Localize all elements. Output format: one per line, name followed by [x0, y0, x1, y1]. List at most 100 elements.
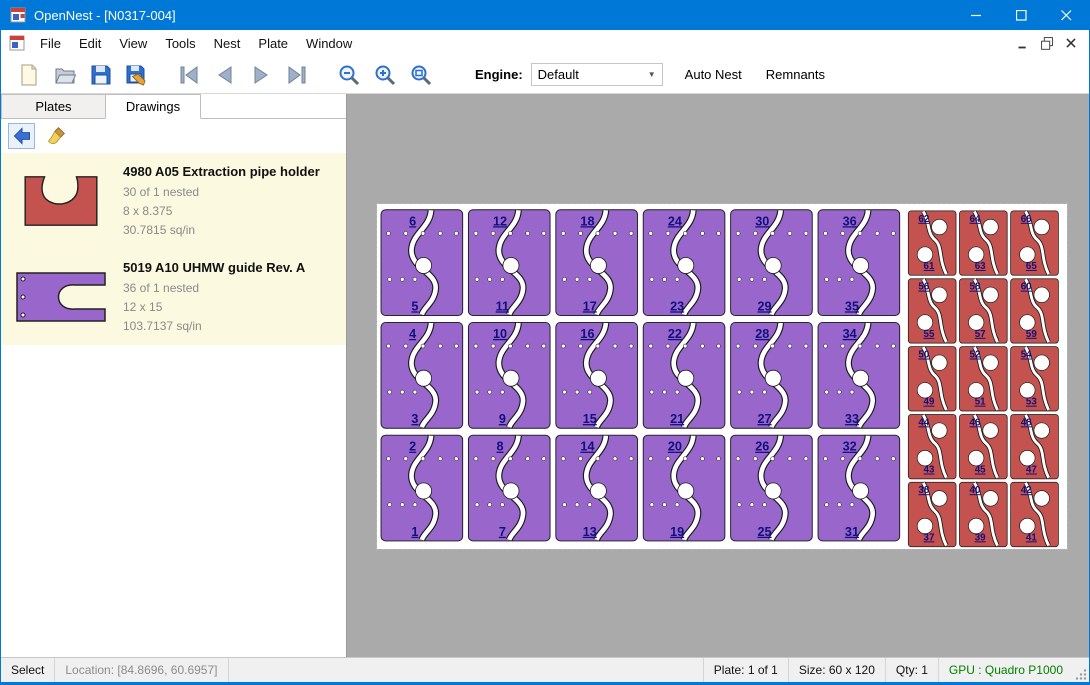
menu-item-view[interactable]: View	[110, 32, 156, 55]
part-number: 56	[918, 282, 929, 293]
red-part-pair[interactable]: 5251	[959, 347, 1007, 411]
purple-part-pair[interactable]: 2827	[731, 322, 813, 428]
save-icon[interactable]	[83, 59, 119, 91]
red-part-pair[interactable]: 6059	[1011, 279, 1059, 343]
drawing-item-1[interactable]: 4980 A05 Extraction pipe holder 30 of 1 …	[1, 153, 346, 249]
mdi-close-icon[interactable]	[1059, 33, 1083, 53]
zoom-fit-icon[interactable]	[403, 59, 439, 91]
red-part-pair[interactable]: 5857	[959, 279, 1007, 343]
part-number: 15	[583, 412, 597, 426]
plate-svg[interactable]: 6512111817242330293635431091615222128273…	[377, 204, 1067, 549]
go-next-icon[interactable]	[243, 59, 279, 91]
mdi-restore-icon[interactable]	[1035, 33, 1059, 53]
menu-item-edit[interactable]: Edit	[70, 32, 110, 55]
part-number: 14	[580, 440, 594, 454]
part-number: 40	[970, 485, 981, 496]
drawing-item-2[interactable]: 5019 A10 UHMW guide Rev. A 36 of 1 neste…	[1, 249, 346, 345]
purple-part-pair[interactable]: 3433	[818, 322, 900, 428]
purple-part-pair[interactable]: 1615	[556, 322, 638, 428]
purple-part-pair[interactable]: 2221	[643, 322, 725, 428]
part-number: 28	[755, 327, 769, 341]
red-part-pair[interactable]: 4039	[959, 482, 1007, 546]
purple-part-pair[interactable]: 43	[381, 322, 463, 428]
mdi-minimize-icon[interactable]	[1011, 33, 1035, 53]
red-part-pair[interactable]: 56 55	[908, 279, 956, 343]
purple-part-pair[interactable]: 87	[468, 435, 550, 541]
menu-item-plate[interactable]: Plate	[249, 32, 297, 55]
part-number: 49	[924, 397, 935, 408]
purple-part-pair[interactable]: 21	[381, 435, 463, 541]
part-number: 44	[918, 417, 929, 428]
part-number: 52	[970, 350, 981, 361]
open-icon[interactable]	[47, 59, 83, 91]
go-first-icon[interactable]	[171, 59, 207, 91]
engine-select[interactable]: Default ▼	[531, 63, 663, 86]
remnants-button[interactable]: Remnants	[764, 63, 827, 86]
red-part-pair[interactable]: 4645	[959, 414, 1007, 478]
new-icon[interactable]	[11, 59, 47, 91]
part-number: 58	[970, 282, 981, 293]
status-mode: Select	[1, 658, 55, 682]
resize-grip[interactable]	[1073, 658, 1089, 682]
zoom-out-icon[interactable]	[331, 59, 367, 91]
app-icon	[10, 7, 26, 23]
red-part-pair[interactable]: 6261	[908, 211, 956, 275]
save-as-icon[interactable]	[119, 59, 155, 91]
minimize-icon[interactable]	[954, 0, 999, 30]
drawing-item-text: 4980 A05 Extraction pipe holder 30 of 1 …	[123, 162, 320, 240]
zoom-in-icon[interactable]	[367, 59, 403, 91]
purple-part-pair[interactable]: 2423	[643, 210, 725, 316]
part-number: 65	[1026, 261, 1037, 272]
nest-canvas[interactable]: 6512111817242330293635431091615222128273…	[347, 94, 1089, 657]
red-part-pair[interactable]: 3837	[908, 482, 956, 546]
part-number: 60	[1021, 282, 1032, 293]
menu-item-file[interactable]: File	[31, 32, 70, 55]
clean-button[interactable]	[42, 123, 69, 149]
purple-part-pair[interactable]: 30 29	[731, 210, 813, 316]
go-last-icon[interactable]	[279, 59, 315, 91]
red-part-pair[interactable]: 50 49	[908, 347, 956, 411]
close-icon[interactable]	[1044, 0, 1089, 30]
maximize-icon[interactable]	[999, 0, 1044, 30]
purple-part-pair[interactable]: 2019	[643, 435, 725, 541]
purple-part-pair[interactable]: 2625	[731, 435, 813, 541]
red-part-pair[interactable]: 6665	[1011, 211, 1059, 275]
menu-item-window[interactable]: Window	[297, 32, 361, 55]
menu-item-tools[interactable]: Tools	[156, 32, 204, 55]
purple-part-pair[interactable]: 1817	[556, 210, 638, 316]
purple-part-pair[interactable]: 1211	[468, 210, 550, 316]
menu-item-nest[interactable]: Nest	[205, 32, 250, 55]
go-previous-icon[interactable]	[207, 59, 243, 91]
purple-part-pair[interactable]: 109	[468, 322, 550, 428]
part-number: 36	[843, 214, 857, 228]
purple-part-pair[interactable]: 3231	[818, 435, 900, 541]
part-number: 29	[758, 299, 772, 313]
tab-plates[interactable]: Plates	[1, 94, 105, 118]
purple-part-pair[interactable]: 1413	[556, 435, 638, 541]
engine-label: Engine:	[475, 67, 523, 82]
part-number: 50	[918, 350, 929, 361]
part-number: 17	[583, 299, 597, 313]
part-number: 62	[918, 214, 929, 225]
part-number: 41	[1026, 532, 1037, 543]
red-part-pair[interactable]: 4241	[1011, 482, 1059, 546]
part-number: 1	[411, 525, 418, 539]
red-part-pair[interactable]: 5453	[1011, 347, 1059, 411]
part-number: 31	[845, 525, 859, 539]
part-number: 6	[409, 214, 416, 228]
red-part-pair[interactable]: 4847	[1011, 414, 1059, 478]
document-icon[interactable]	[9, 35, 25, 51]
import-drawing-button[interactable]	[8, 123, 35, 149]
tab-drawings[interactable]: Drawings	[105, 94, 201, 119]
red-part-pair[interactable]: 6463	[959, 211, 1007, 275]
part-number: 8	[497, 440, 504, 454]
part-number: 30	[755, 214, 769, 228]
part-number: 53	[1026, 397, 1037, 408]
purple-part-pair[interactable]: 3635	[818, 210, 900, 316]
part-number: 55	[924, 329, 935, 340]
purple-part-pair[interactable]: 65	[381, 210, 463, 316]
brush-icon	[46, 126, 66, 146]
red-part-pair[interactable]: 4443	[908, 414, 956, 478]
plate[interactable]: 6512111817242330293635431091615222128273…	[377, 204, 1067, 549]
auto-nest-button[interactable]: Auto Nest	[683, 63, 744, 86]
